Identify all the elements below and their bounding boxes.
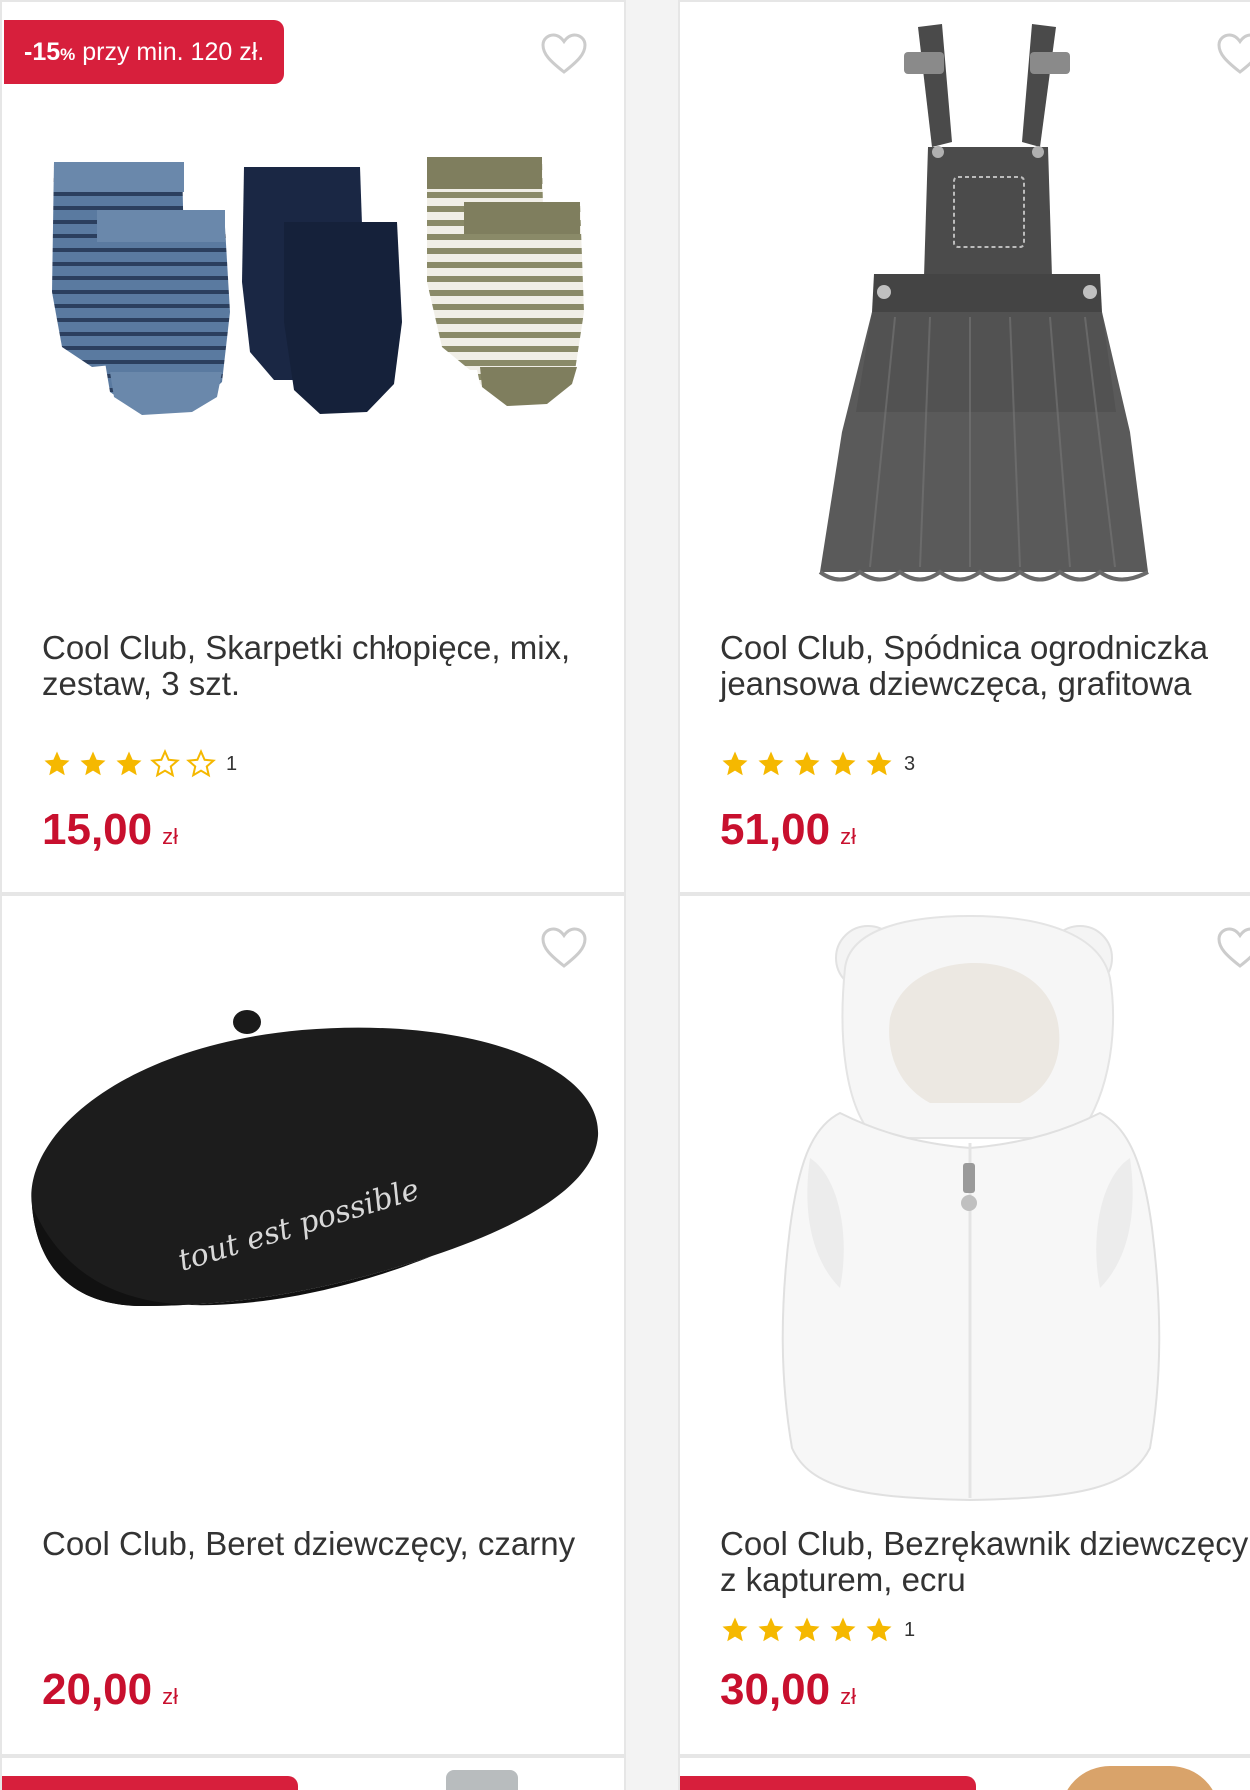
product-price: 30,00 zł bbox=[720, 1665, 856, 1714]
star-filled-icon bbox=[792, 749, 822, 779]
wishlist-heart-icon[interactable] bbox=[540, 926, 588, 970]
review-count: 1 bbox=[226, 752, 238, 775]
star-filled-icon bbox=[828, 749, 858, 779]
product-grid: -15% przy min. 120 zł. Cool Club, Skarpe… bbox=[0, 0, 1250, 1790]
product-title-line1[interactable]: Cool Club, Beret dziewczęcy, czarny bbox=[42, 1526, 575, 1562]
star-filled-icon bbox=[792, 1615, 822, 1645]
product-card-socks[interactable]: -15% przy min. 120 zł. Cool Club, Skarpe… bbox=[0, 0, 626, 894]
product-rating: 1 bbox=[42, 748, 237, 780]
product-card-dungaree-skirt[interactable]: Cool Club, Spódnica ogrodniczka jeansowa… bbox=[678, 0, 1250, 894]
star-filled-icon bbox=[864, 749, 894, 779]
wishlist-heart-icon[interactable] bbox=[540, 32, 588, 76]
star-outline-icon bbox=[150, 749, 180, 779]
product-title-line1[interactable]: Cool Club, Spódnica ogrodniczka bbox=[720, 630, 1208, 666]
product-title-line1[interactable]: Cool Club, Skarpetki chłopięce, mix, bbox=[42, 630, 570, 666]
product-title-line2[interactable]: zestaw, 3 szt. bbox=[42, 666, 240, 702]
product-card-vest[interactable]: Cool Club, Bezrękawnik dziewczęcy z kapt… bbox=[678, 894, 1250, 1756]
star-filled-icon bbox=[720, 749, 750, 779]
product-price: 51,00 zł bbox=[720, 805, 856, 854]
product-card-partial-right[interactable] bbox=[678, 1756, 1250, 1790]
product-rating: 1 bbox=[720, 1614, 915, 1646]
star-filled-icon bbox=[756, 1615, 786, 1645]
star-filled-icon bbox=[756, 749, 786, 779]
star-filled-icon bbox=[864, 1615, 894, 1645]
product-image-beret[interactable]: tout est possible bbox=[2, 1006, 624, 1366]
promo-badge: -15% przy min. 120 zł. bbox=[4, 20, 285, 84]
product-image-socks[interactable] bbox=[2, 122, 624, 522]
product-image-vest[interactable] bbox=[680, 908, 1250, 1508]
promo-badge-partial bbox=[680, 1776, 976, 1790]
product-card-beret[interactable]: tout est possible Cool Club, Beret dziew… bbox=[0, 894, 626, 1756]
star-filled-icon bbox=[42, 749, 72, 779]
product-image-dungaree-skirt[interactable] bbox=[680, 12, 1250, 612]
star-filled-icon bbox=[720, 1615, 750, 1645]
star-outline-icon bbox=[186, 749, 216, 779]
product-card-partial-left[interactable] bbox=[0, 1756, 626, 1790]
star-filled-icon bbox=[114, 749, 144, 779]
promo-badge-partial bbox=[2, 1776, 298, 1790]
review-count: 1 bbox=[904, 1618, 916, 1641]
product-title-line2[interactable]: jeansowa dziewczęca, grafitowa bbox=[720, 666, 1191, 702]
product-price: 15,00 zł bbox=[42, 805, 178, 854]
product-image-partial[interactable] bbox=[1060, 1766, 1220, 1790]
star-filled-icon bbox=[828, 1615, 858, 1645]
star-filled-icon bbox=[78, 749, 108, 779]
product-price: 20,00 zł bbox=[42, 1665, 178, 1714]
product-title-line1[interactable]: Cool Club, Bezrękawnik dziewczęcy bbox=[720, 1526, 1248, 1562]
product-rating: 3 bbox=[720, 748, 915, 780]
product-image-partial[interactable] bbox=[446, 1770, 518, 1790]
product-title-line2[interactable]: z kapturem, ecru bbox=[720, 1562, 966, 1598]
review-count: 3 bbox=[904, 752, 916, 775]
